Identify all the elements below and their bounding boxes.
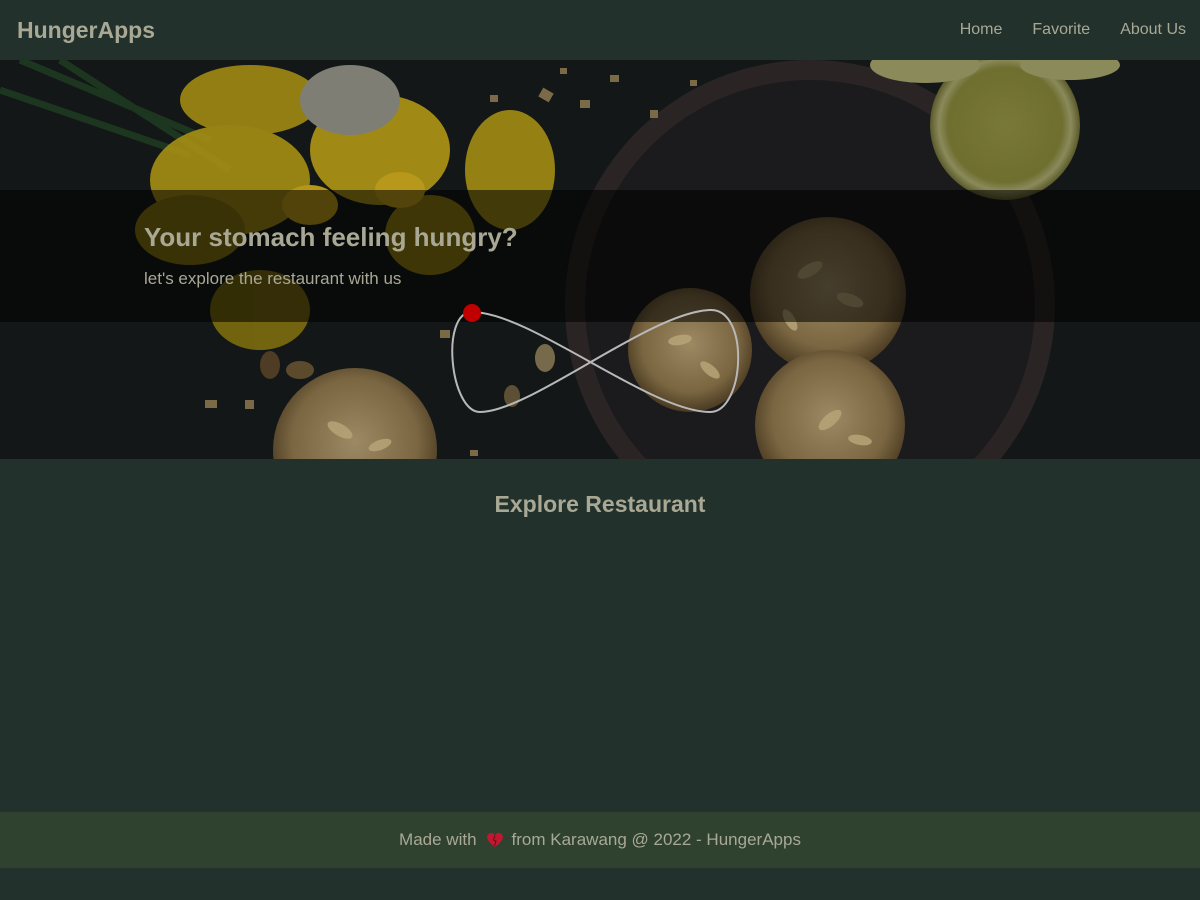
heart-icon bbox=[486, 832, 503, 847]
footer: Made with from Karawang @ 2022 - HungerA… bbox=[0, 812, 1200, 868]
brand-logo[interactable]: HungerApps bbox=[17, 17, 155, 44]
footer-text-after: from Karawang @ 2022 - HungerApps bbox=[511, 830, 801, 849]
footer-text-before: Made with bbox=[399, 830, 477, 849]
restaurant-list bbox=[0, 535, 1200, 805]
hero-banner: Your stomach feeling hungry? let's explo… bbox=[0, 60, 1200, 459]
loader-dot bbox=[463, 304, 481, 322]
nav-link-favorite[interactable]: Favorite bbox=[1032, 21, 1090, 39]
nav-link-home[interactable]: Home bbox=[960, 21, 1003, 39]
navbar: HungerApps Home Favorite About Us bbox=[0, 0, 1200, 60]
explore-restaurant-title: Explore Restaurant bbox=[494, 491, 706, 517]
hero-subtitle: let's explore the restaurant with us bbox=[144, 269, 402, 288]
hero-title: Your stomach feeling hungry? bbox=[144, 222, 518, 252]
infinity-loader-icon bbox=[451, 304, 740, 414]
nav-link-about-us[interactable]: About Us bbox=[1120, 21, 1186, 39]
nav-links: Home Favorite About Us bbox=[930, 21, 1186, 39]
